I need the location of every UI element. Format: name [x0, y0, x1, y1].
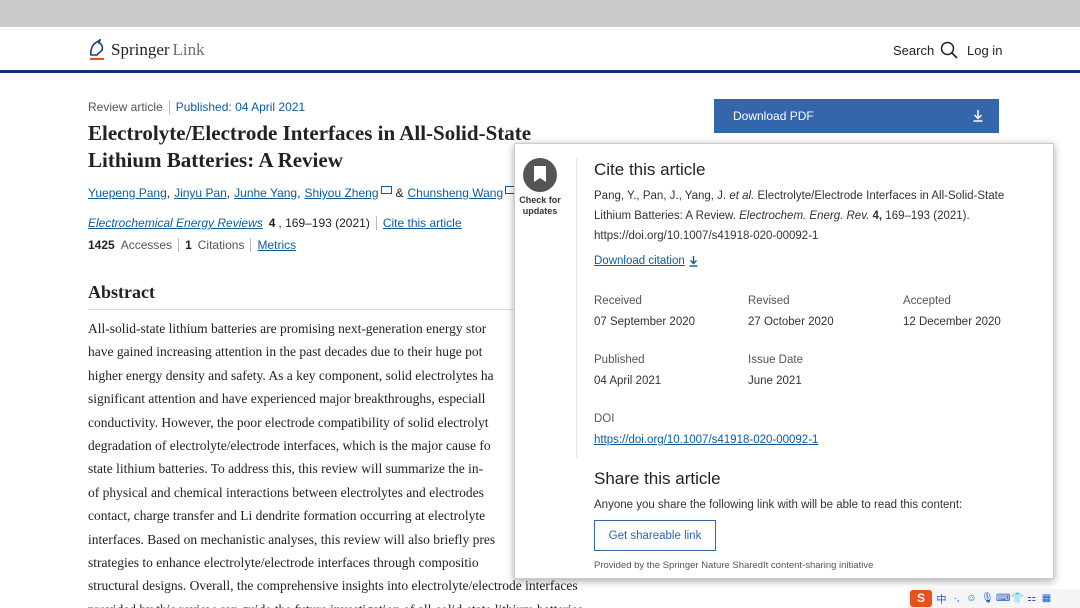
download-arrow-icon	[689, 255, 698, 267]
accepted-value: 12 December 2020	[903, 316, 1001, 328]
check-updates-line1: Check for	[519, 195, 561, 205]
download-arrow-icon	[973, 110, 983, 122]
author-and: &	[395, 186, 404, 200]
author-list: Yuepeng Pang, Jinyu Pan, Junhe Yang, Shi…	[88, 186, 517, 200]
check-updates-line2: updates	[522, 206, 558, 216]
ime-mode[interactable]: 中	[936, 591, 947, 606]
issue-date-label: Issue Date	[748, 354, 803, 366]
search-label: Search	[893, 42, 935, 58]
site-header: Springer Link Search Log in	[0, 27, 1080, 73]
abstract-line: provided by this review can guide the fu…	[88, 598, 633, 608]
received-label: Received	[594, 295, 642, 307]
revised-label: Revised	[748, 295, 790, 307]
abstract-heading: Abstract	[88, 282, 155, 302]
logo-suffix: Link	[172, 40, 205, 59]
download-citation-label: Download citation	[594, 255, 685, 267]
author-link[interactable]: Jinyu Pan	[174, 186, 227, 200]
journal-link[interactable]: Electrochemical Energy Reviews	[88, 216, 263, 230]
punctuation-icon[interactable]: ·,	[951, 593, 962, 604]
citation-volume: 4,	[872, 210, 883, 222]
logo-wordmark: Springer Link	[111, 40, 205, 60]
email-icon[interactable]	[380, 186, 392, 194]
citation-doi: https://doi.org/10.1007/s41918-020-00092…	[594, 230, 819, 242]
article-title: Electrolyte/Electrode Interfaces in All-…	[88, 121, 532, 172]
published-date: Published: 04 April 2021	[175, 100, 306, 114]
doi-label: DOI	[594, 413, 615, 425]
ime-toolbar: S 中 ·, ☺ 🎙 ⌨ 👕 ⚏ ▦	[908, 589, 1080, 608]
browser-top-band	[0, 0, 1080, 27]
article-metrics: 1425 Accesses 1 Citations Metrics	[88, 238, 296, 252]
article-meta: Review article Published: 04 April 2021	[88, 100, 305, 114]
divider	[178, 238, 180, 252]
journal-pages: , 169–193 (2021)	[278, 216, 370, 230]
published-value: 04 April 2021	[594, 375, 662, 387]
journal-line: Electrochemical Energy Reviews 4 , 169–1…	[88, 216, 462, 230]
author-link[interactable]: Yuepeng Pang	[88, 186, 167, 200]
toolbox-icon[interactable]: ⚏	[1026, 593, 1037, 604]
cite-this-article-link[interactable]: Cite this article	[383, 216, 462, 230]
download-citation-link[interactable]: Download citation	[594, 255, 698, 267]
vertical-divider	[576, 158, 577, 458]
citation-text[interactable]: Pang, Y., Pan, J., Yang, J. et al. Elect…	[594, 186, 1039, 246]
springer-link-logo[interactable]: Springer Link	[88, 39, 205, 61]
journal-volume: 4	[268, 216, 276, 230]
comma: ,	[226, 186, 231, 200]
cite-heading: Cite this article	[594, 160, 706, 179]
received-value: 07 September 2020	[594, 316, 696, 328]
search-button[interactable]: Search	[893, 41, 958, 59]
doi-link[interactable]: https://doi.org/10.1007/s41918-020-00092…	[594, 434, 818, 446]
citation-authors: Pang, Y., Pan, J., Yang, J.	[594, 190, 727, 202]
citation-pages: 169–193 (2021).	[885, 210, 970, 222]
divider	[375, 216, 377, 230]
article-type: Review article	[88, 100, 163, 114]
accepted-label: Accepted	[903, 295, 951, 307]
citations-count: 1	[185, 238, 192, 252]
citation-etal: et al.	[729, 190, 755, 202]
microphone-icon[interactable]: 🎙	[981, 593, 994, 604]
abstract-divider	[88, 309, 518, 310]
metrics-link[interactable]: Metrics	[257, 238, 296, 252]
accesses-count: 1425	[88, 238, 115, 252]
author-link[interactable]: Chunsheng Wang	[408, 186, 504, 200]
author-link[interactable]: Shiyou Zheng	[304, 186, 378, 200]
comma: ,	[166, 186, 171, 200]
emoji-icon[interactable]: ☺	[966, 593, 977, 604]
share-description: Anyone you share the following link with…	[594, 499, 963, 511]
citations-label: Citations	[197, 238, 245, 252]
author-link[interactable]: Junhe Yang	[234, 186, 297, 200]
divider	[168, 100, 170, 114]
grid-icon[interactable]: ▦	[1041, 593, 1052, 604]
accesses-label: Accesses	[120, 238, 173, 252]
revised-value: 27 October 2020	[748, 316, 834, 328]
skin-icon[interactable]: 👕	[1011, 593, 1023, 604]
get-shareable-link-button[interactable]: Get shareable link	[594, 520, 716, 551]
cite-article-popup: Check for updates Cite this article Pang…	[514, 143, 1054, 579]
issue-date-value: June 2021	[748, 375, 802, 387]
login-link[interactable]: Log in	[967, 43, 1002, 58]
sharedit-note: Provided by the Springer Nature SharedIt…	[594, 560, 874, 571]
download-pdf-label: Download PDF	[733, 109, 814, 123]
download-pdf-button[interactable]: Download PDF	[714, 99, 999, 133]
divider	[250, 238, 252, 252]
check-for-updates-badge[interactable]: Check for updates	[518, 158, 562, 217]
ime-logo[interactable]: S	[910, 590, 932, 607]
logo-name: Springer	[111, 40, 170, 59]
springer-horse-icon	[88, 39, 106, 61]
share-heading: Share this article	[594, 469, 721, 488]
published-label: Published	[594, 354, 645, 366]
citation-journal: Electrochem. Energ. Rev.	[739, 210, 870, 222]
comma: ,	[297, 186, 301, 200]
keyboard-icon[interactable]: ⌨	[996, 593, 1010, 604]
bookmark-icon	[523, 158, 557, 192]
search-icon	[940, 41, 958, 59]
